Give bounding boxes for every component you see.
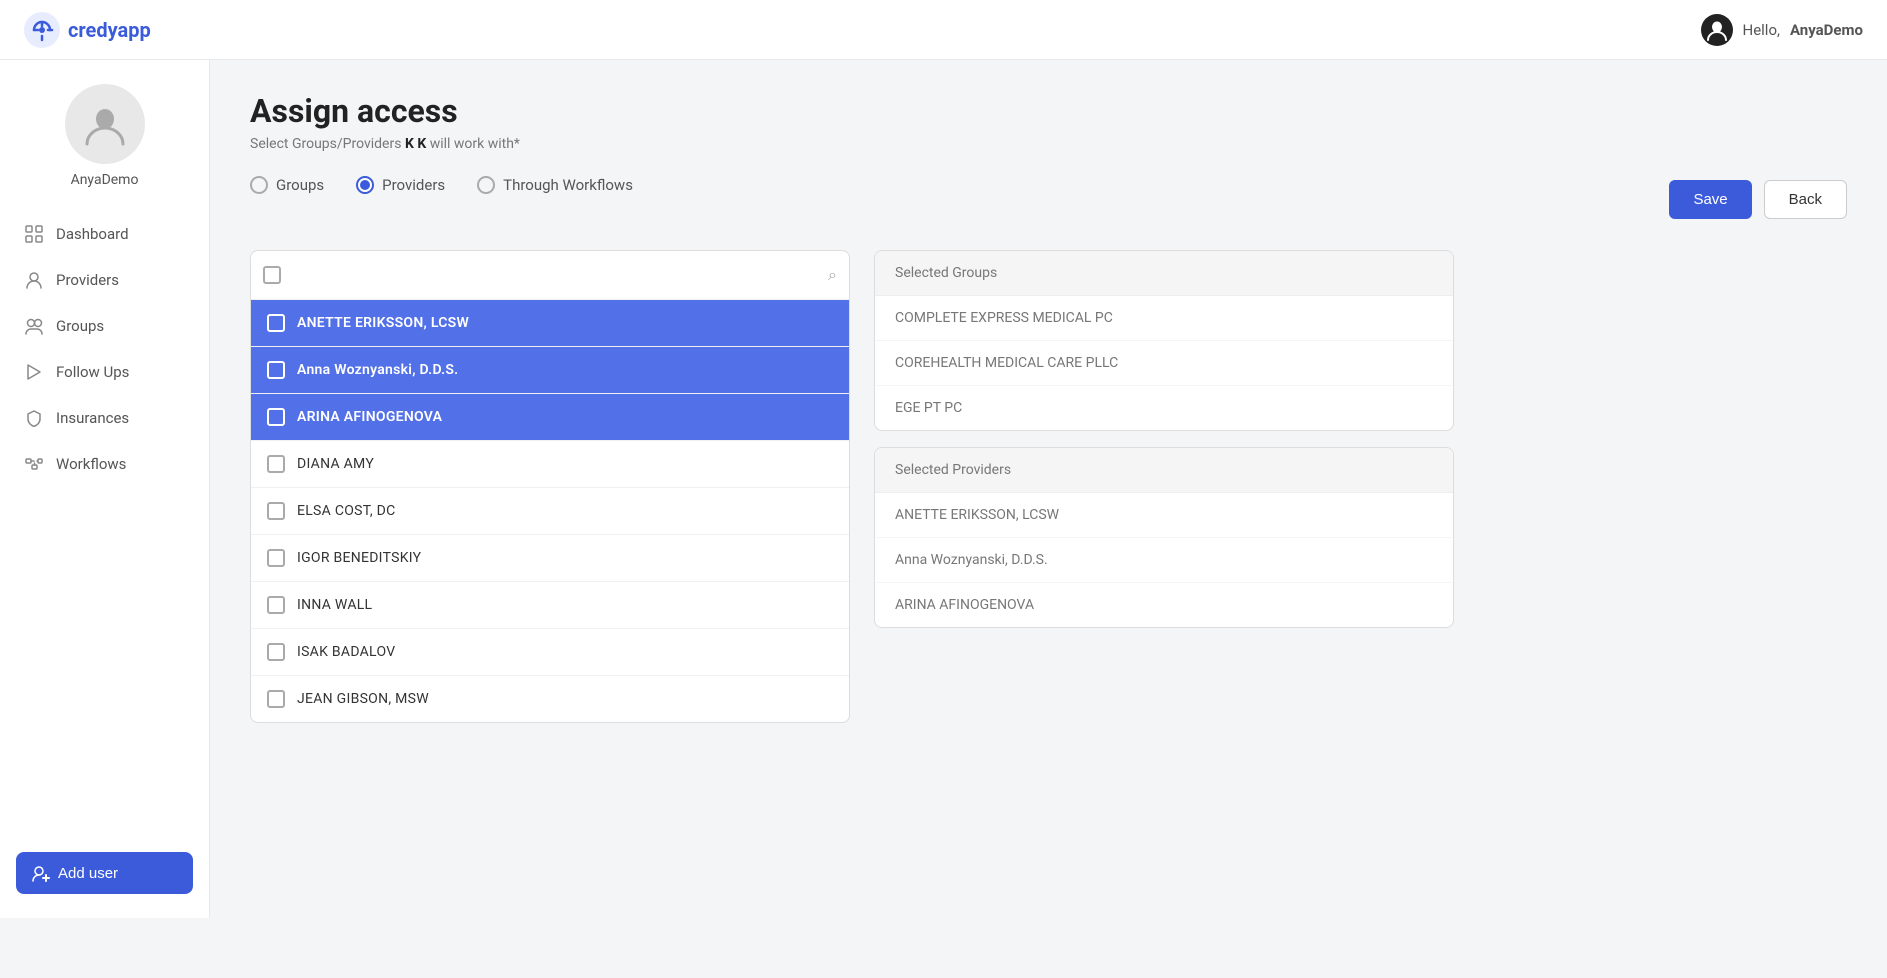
add-user-label: Add user bbox=[58, 865, 118, 882]
selected-groups-header: Selected Groups bbox=[875, 251, 1453, 296]
main-content: Assign access Select Groups/Providers K … bbox=[210, 60, 1887, 918]
item-name-3: DIANA AMY bbox=[297, 456, 374, 472]
dashboard-icon bbox=[24, 224, 44, 244]
item-checkbox-2 bbox=[267, 408, 285, 426]
add-user-button[interactable]: Add user bbox=[16, 852, 193, 894]
radio-circle-through-workflows bbox=[477, 176, 495, 194]
layout: AnyaDemo Dashboard bbox=[0, 60, 1887, 918]
radio-group: Groups Providers Through Workflows bbox=[250, 176, 633, 194]
right-panels: Selected Groups COMPLETE EXPRESS MEDICAL… bbox=[874, 250, 1454, 628]
item-name-4: ELSA COST, DC bbox=[297, 503, 396, 519]
radio-providers-label: Providers bbox=[382, 176, 445, 194]
workflows-label: Workflows bbox=[56, 455, 126, 473]
sidebar-item-dashboard[interactable]: Dashboard bbox=[8, 212, 201, 256]
action-buttons: Save Back bbox=[1669, 180, 1847, 219]
profile-avatar bbox=[65, 84, 145, 164]
groups-label: Groups bbox=[56, 317, 104, 335]
selected-groups-panel: Selected Groups COMPLETE EXPRESS MEDICAL… bbox=[874, 250, 1454, 431]
user-avatar-icon bbox=[1701, 14, 1733, 46]
workflows-icon bbox=[24, 454, 44, 474]
item-name-1: Anna Woznyanski, D.D.S. bbox=[297, 362, 458, 378]
radio-through-workflows-label: Through Workflows bbox=[503, 176, 633, 194]
selected-group-item-2: EGE PT PC bbox=[875, 386, 1453, 430]
item-checkbox-4 bbox=[267, 502, 285, 520]
dashboard-label: Dashboard bbox=[56, 225, 129, 243]
selected-providers-panel: Selected Providers ANETTE ERIKSSON, LCSW… bbox=[874, 447, 1454, 628]
list-item[interactable]: IGOR BENEDITSKIY bbox=[251, 535, 849, 582]
sidebar: AnyaDemo Dashboard bbox=[0, 60, 210, 918]
selected-provider-item-0: ANETTE ERIKSSON, LCSW bbox=[875, 493, 1453, 538]
radio-circle-providers bbox=[356, 176, 374, 194]
insurances-icon bbox=[24, 408, 44, 428]
providers-icon bbox=[24, 270, 44, 290]
item-checkbox-7 bbox=[267, 643, 285, 661]
radio-providers[interactable]: Providers bbox=[356, 176, 445, 194]
controls-row: Groups Providers Through Workflows Save … bbox=[250, 176, 1847, 222]
radio-circle-groups bbox=[250, 176, 268, 194]
logo-icon bbox=[24, 12, 60, 48]
sidebar-item-groups[interactable]: Groups bbox=[8, 304, 201, 348]
list-item[interactable]: Anna Woznyanski, D.D.S. bbox=[251, 347, 849, 394]
item-name-0: ANETTE ERIKSSON, LCSW bbox=[297, 315, 469, 331]
save-button[interactable]: Save bbox=[1669, 180, 1751, 219]
profile-name: AnyaDemo bbox=[71, 172, 139, 188]
sidebar-nav: Dashboard Providers bbox=[0, 212, 209, 836]
logo: credyapp bbox=[24, 12, 151, 48]
providers-list-panel: ⌕ ANETTE ERIKSSON, LCSW Anna Woznyanski,… bbox=[250, 250, 850, 723]
providers-label: Providers bbox=[56, 271, 119, 289]
list-item[interactable]: INNA WALL bbox=[251, 582, 849, 629]
item-name-2: ARINA AFINOGENOVA bbox=[297, 409, 442, 425]
search-input[interactable] bbox=[289, 263, 820, 287]
top-nav: credyapp Hello, AnyaDemo bbox=[0, 0, 1887, 60]
followups-label: Follow Ups bbox=[56, 363, 129, 381]
item-checkbox-1 bbox=[267, 361, 285, 379]
radio-groups[interactable]: Groups bbox=[250, 176, 324, 194]
list-item[interactable]: ANETTE ERIKSSON, LCSW bbox=[251, 300, 849, 347]
selected-provider-item-1: Anna Woznyanski, D.D.S. bbox=[875, 538, 1453, 583]
subtitle-user: K K bbox=[405, 136, 426, 152]
groups-icon bbox=[24, 316, 44, 336]
item-name-7: ISAK BADALOV bbox=[297, 644, 395, 660]
two-column-layout: ⌕ ANETTE ERIKSSON, LCSW Anna Woznyanski,… bbox=[250, 250, 1847, 723]
list-item[interactable]: ISAK BADALOV bbox=[251, 629, 849, 676]
sidebar-item-providers[interactable]: Providers bbox=[8, 258, 201, 302]
item-name-6: INNA WALL bbox=[297, 597, 372, 613]
page-title: Assign access bbox=[250, 92, 1847, 130]
sidebar-profile: AnyaDemo bbox=[0, 84, 209, 188]
selected-group-item-0: COMPLETE EXPRESS MEDICAL PC bbox=[875, 296, 1453, 341]
list-item[interactable]: ARINA AFINOGENOVA bbox=[251, 394, 849, 441]
radio-groups-label: Groups bbox=[276, 176, 324, 194]
greeting-prefix: Hello, bbox=[1743, 21, 1780, 39]
insurances-label: Insurances bbox=[56, 409, 129, 427]
search-icon: ⌕ bbox=[828, 265, 837, 285]
item-name-5: IGOR BENEDITSKIY bbox=[297, 550, 421, 566]
item-checkbox-8 bbox=[267, 690, 285, 708]
back-button[interactable]: Back bbox=[1764, 180, 1847, 219]
page-subtitle: Select Groups/Providers K K will work wi… bbox=[250, 136, 1847, 152]
item-checkbox-3 bbox=[267, 455, 285, 473]
user-info: Hello, AnyaDemo bbox=[1701, 14, 1864, 46]
selected-group-item-1: COREHEALTH MEDICAL CARE PLLC bbox=[875, 341, 1453, 386]
selected-providers-header: Selected Providers bbox=[875, 448, 1453, 493]
sidebar-item-workflows[interactable]: Workflows bbox=[8, 442, 201, 486]
selected-provider-item-2: ARINA AFINOGENOVA bbox=[875, 583, 1453, 627]
radio-through-workflows[interactable]: Through Workflows bbox=[477, 176, 633, 194]
sidebar-item-insurances[interactable]: Insurances bbox=[8, 396, 201, 440]
followups-icon bbox=[24, 362, 44, 382]
sidebar-item-follow-ups[interactable]: Follow Ups bbox=[8, 350, 201, 394]
list-item[interactable]: DIANA AMY bbox=[251, 441, 849, 488]
search-row: ⌕ bbox=[251, 251, 849, 300]
select-all-checkbox[interactable] bbox=[263, 266, 281, 284]
app-name: credyapp bbox=[68, 18, 151, 42]
item-checkbox-5 bbox=[267, 549, 285, 567]
header-username: AnyaDemo bbox=[1790, 21, 1863, 39]
item-checkbox-6 bbox=[267, 596, 285, 614]
list-item[interactable]: JEAN GIBSON, MSW bbox=[251, 676, 849, 722]
item-name-8: JEAN GIBSON, MSW bbox=[297, 691, 429, 707]
list-item[interactable]: ELSA COST, DC bbox=[251, 488, 849, 535]
item-checkbox-0 bbox=[267, 314, 285, 332]
